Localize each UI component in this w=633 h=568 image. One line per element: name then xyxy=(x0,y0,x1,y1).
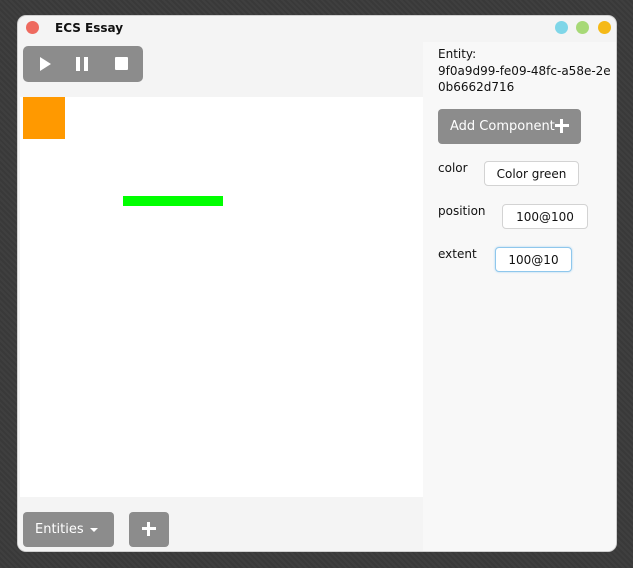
window-control-green[interactable] xyxy=(576,21,589,34)
plus-icon xyxy=(142,522,156,536)
position-field-label: position xyxy=(438,204,486,218)
green-bar-entity[interactable] xyxy=(123,196,223,206)
color-field-label: color xyxy=(438,161,468,175)
add-component-button[interactable]: Add Component xyxy=(438,109,581,144)
scene-canvas[interactable] xyxy=(20,97,423,497)
entity-label: Entity: xyxy=(438,47,477,61)
color-field[interactable] xyxy=(484,161,579,186)
stop-icon xyxy=(115,57,128,70)
orange-square-entity[interactable] xyxy=(23,97,65,139)
playback-toolbar xyxy=(23,46,143,82)
entity-id: 9f0a9d99-fe09-48fc-a58e-2e0b6662d716 xyxy=(438,64,611,94)
pause-button[interactable] xyxy=(70,52,94,76)
close-window-button[interactable] xyxy=(26,21,39,34)
entities-label: Entities xyxy=(35,522,84,537)
pause-icon xyxy=(76,57,88,71)
title-bar: ECS Essay xyxy=(18,16,616,42)
chevron-down-icon xyxy=(90,528,98,532)
entities-dropdown-button[interactable]: Entities xyxy=(23,512,114,547)
play-icon xyxy=(40,57,51,71)
window-control-cyan[interactable] xyxy=(555,21,568,34)
plus-icon xyxy=(555,119,569,133)
extent-field[interactable] xyxy=(495,247,572,272)
window-title: ECS Essay xyxy=(55,21,124,35)
add-component-label: Add Component xyxy=(450,119,555,134)
app-window: ECS Essay Entities Entity: 9f0a9d99-fe09… xyxy=(18,16,616,551)
extent-field-label: extent xyxy=(438,247,477,261)
position-field[interactable] xyxy=(502,204,588,229)
add-entity-button[interactable] xyxy=(129,512,169,547)
inspector-panel: Entity: 9f0a9d99-fe09-48fc-a58e-2e0b6662… xyxy=(423,42,616,551)
play-button[interactable] xyxy=(31,52,55,76)
window-control-yellow[interactable] xyxy=(598,21,611,34)
stop-button[interactable] xyxy=(110,52,134,76)
